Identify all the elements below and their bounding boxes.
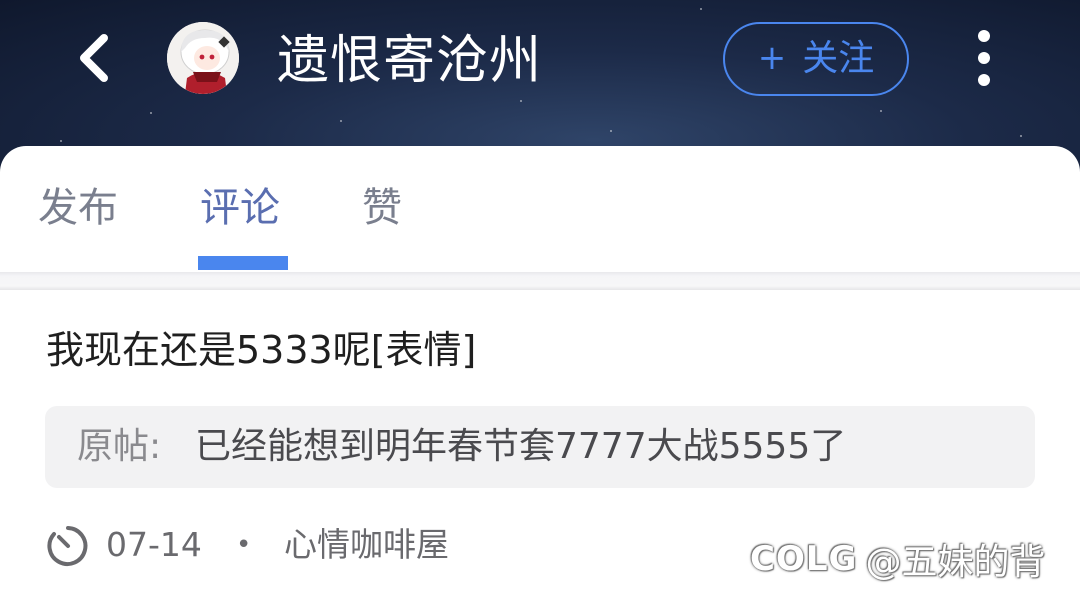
quote-label: 原帖: xyxy=(77,426,162,467)
board-link[interactable]: 心情咖啡屋 xyxy=(284,522,449,568)
active-tab-indicator xyxy=(198,256,288,270)
back-button[interactable] xyxy=(70,30,120,86)
plus-icon: + xyxy=(757,38,787,78)
tab-comments[interactable]: 评论 xyxy=(200,182,280,234)
avatar[interactable] xyxy=(167,22,239,94)
avatar-image xyxy=(167,22,239,94)
more-dot xyxy=(978,52,990,64)
meta-separator: • xyxy=(236,530,252,560)
tab-likes[interactable]: 赞 xyxy=(362,182,402,234)
username: 遗恨寄沧州 xyxy=(277,31,543,91)
tab-posts[interactable]: 发布 xyxy=(38,182,118,234)
follow-button[interactable]: + 关注 xyxy=(723,22,909,96)
more-dot xyxy=(978,74,990,86)
original-post-quote[interactable]: 原帖: 已经能想到明年春节套7777大战5555了 xyxy=(45,406,1035,488)
section-divider xyxy=(0,272,1080,290)
more-button[interactable] xyxy=(966,26,1002,90)
comment-text: 我现在还是5333呢[表情] xyxy=(46,328,477,372)
watermark-text: @五妹的背 xyxy=(865,542,1046,583)
watermark-logo: COLG xyxy=(750,539,858,579)
chevron-left-icon xyxy=(80,34,108,82)
clock-icon xyxy=(47,526,88,566)
tab-bar: 发布 评论 赞 xyxy=(0,146,1080,272)
more-vertical-icon xyxy=(978,30,990,42)
follow-label: 关注 xyxy=(802,38,875,79)
comment-date: 07-14 xyxy=(106,525,202,564)
watermark: COLG @五妹的背 xyxy=(750,532,1045,586)
comment-meta: 07-14 • 心情咖啡屋 xyxy=(46,522,746,568)
quote-text: 已经能想到明年春节套7777大战5555了 xyxy=(195,426,847,467)
